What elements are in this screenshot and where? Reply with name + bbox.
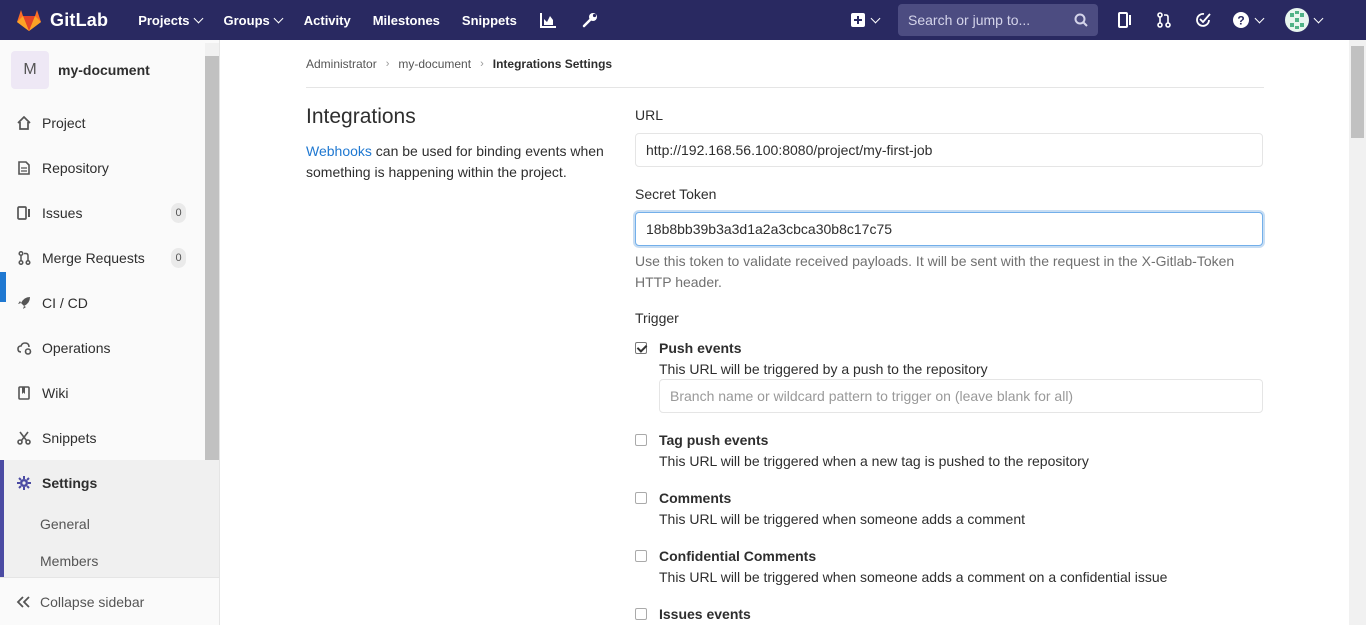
sidebar-scrollbar-thumb[interactable] — [205, 56, 219, 460]
comments-checkbox[interactable] — [635, 492, 647, 504]
rocket-icon — [16, 295, 32, 311]
breadcrumb-administrator[interactable]: Administrator — [306, 57, 377, 71]
sidebar-item-wiki[interactable]: Wiki — [0, 373, 205, 413]
branch-filter-input[interactable]: Branch name or wildcard pattern to trigg… — [659, 379, 1263, 413]
sidebar-item-settings[interactable]: Settings — [0, 463, 205, 503]
chevron-down-icon — [870, 13, 881, 23]
merge-request-icon[interactable] — [1155, 11, 1173, 29]
comments-title: Comments — [659, 490, 732, 506]
sidebar-subitem-general[interactable]: General — [40, 516, 90, 532]
divider — [306, 87, 1264, 88]
todo-icon[interactable] — [1194, 11, 1212, 29]
chevron-down-icon — [273, 13, 284, 23]
merge-request-icon — [16, 250, 32, 266]
sidebar-item-ci-cd[interactable]: CI / CD — [0, 283, 205, 323]
nav-snippets[interactable]: Snippets — [462, 13, 517, 28]
breadcrumb-current[interactable]: Integrations Settings — [493, 57, 612, 71]
page-scrollbar-thumb[interactable] — [1351, 46, 1364, 138]
sidebar-toggle-icon[interactable] — [1116, 11, 1134, 29]
scissors-icon — [16, 430, 32, 446]
page-title: Integrations — [306, 105, 416, 128]
secret-token-help: Use this token to validate received payl… — [635, 253, 1235, 290]
double-chevron-left-icon — [16, 595, 30, 608]
page-scrollbar[interactable] — [1349, 40, 1366, 625]
new-dropdown-button[interactable] — [851, 13, 881, 27]
doc-icon — [16, 160, 32, 176]
chevron-down-icon — [1254, 13, 1265, 23]
confidential-comments-desc: This URL will be triggered when someone … — [659, 569, 1168, 585]
sidebar-item-operations[interactable]: Operations — [0, 328, 205, 368]
search-input[interactable]: Search or jump to... — [898, 4, 1098, 36]
gitlab-home-link[interactable]: GitLab — [16, 8, 108, 32]
secret-token-input[interactable]: 18b8bb39b3a3d1a2a3cbca30b8c17c75 — [635, 212, 1263, 246]
trigger-label: Trigger — [635, 310, 679, 326]
project-header[interactable]: M my-document — [11, 51, 150, 89]
nav-milestones[interactable]: Milestones — [373, 13, 440, 28]
chevron-right-icon: › — [480, 58, 484, 70]
svg-text:?: ? — [1237, 14, 1244, 28]
collapse-sidebar-button[interactable]: Collapse sidebar — [0, 577, 219, 625]
wrench-icon[interactable] — [581, 11, 599, 29]
sidebar-subitem-members[interactable]: Members — [40, 553, 98, 569]
confidential-comments-title: Confidential Comments — [659, 548, 817, 564]
chevron-down-icon — [1313, 13, 1324, 23]
sidebar-item-repository[interactable]: Repository — [0, 148, 205, 188]
gear-icon — [16, 475, 32, 491]
sidebar-item-snippets[interactable]: Snippets — [0, 418, 205, 458]
chart-icon[interactable] — [539, 11, 557, 29]
tag-push-events-desc: This URL will be triggered when a new ta… — [659, 453, 1089, 469]
breadcrumb: Administrator › my-document › Integratio… — [306, 57, 612, 71]
comments-desc: This URL will be triggered when someone … — [659, 511, 1025, 527]
cloud-gear-icon — [16, 340, 32, 356]
webhooks-link[interactable]: Webhooks — [306, 143, 372, 159]
plus-square-icon — [851, 13, 865, 27]
breadcrumb-project[interactable]: my-document — [398, 57, 471, 71]
top-navbar: GitLab Projects Groups Activity Mileston… — [0, 0, 1366, 40]
help-dropdown[interactable]: ? — [1233, 12, 1265, 28]
intro-description: Webhooks can be used for binding events … — [306, 143, 604, 180]
push-events-title: Push events — [659, 340, 742, 356]
url-label: URL — [635, 107, 664, 123]
user-avatar[interactable] — [1285, 8, 1309, 32]
push-events-desc: This URL will be triggered by a push to … — [659, 361, 988, 377]
search-icon — [1074, 13, 1088, 27]
nav-groups[interactable]: Groups — [224, 13, 284, 28]
help-icon: ? — [1233, 12, 1249, 28]
tag-push-events-checkbox[interactable] — [635, 434, 647, 446]
brand-name: GitLab — [50, 9, 109, 30]
book-icon — [16, 385, 32, 401]
issues-icon — [16, 205, 32, 221]
sidebar-item-project[interactable]: Project — [0, 103, 205, 143]
sidebar-item-issues[interactable]: Issues 0 — [0, 193, 205, 233]
sidebar-item-merge-requests[interactable]: Merge Requests 0 — [0, 238, 205, 278]
confidential-comments-checkbox[interactable] — [635, 550, 647, 562]
gitlab-logo-icon — [17, 10, 41, 31]
nav-projects[interactable]: Projects — [138, 13, 203, 28]
project-name: my-document — [58, 62, 150, 78]
nav-activity[interactable]: Activity — [304, 13, 351, 28]
project-sidebar: M my-document Project Repository Issues … — [0, 40, 220, 625]
url-input[interactable]: http://192.168.56.100:8080/project/my-fi… — [635, 133, 1263, 167]
project-avatar: M — [11, 51, 49, 89]
secret-token-label: Secret Token — [635, 186, 717, 202]
issues-count-badge: 0 — [171, 203, 186, 223]
chevron-down-icon — [193, 13, 203, 23]
home-icon — [16, 115, 32, 131]
tag-push-events-title: Tag push events — [659, 432, 769, 448]
push-events-checkbox[interactable] — [635, 342, 647, 354]
issues-events-title: Issues events — [659, 606, 751, 622]
merge-requests-count-badge: 0 — [171, 248, 186, 268]
chevron-right-icon: › — [385, 58, 390, 70]
issues-events-checkbox[interactable] — [635, 608, 647, 620]
